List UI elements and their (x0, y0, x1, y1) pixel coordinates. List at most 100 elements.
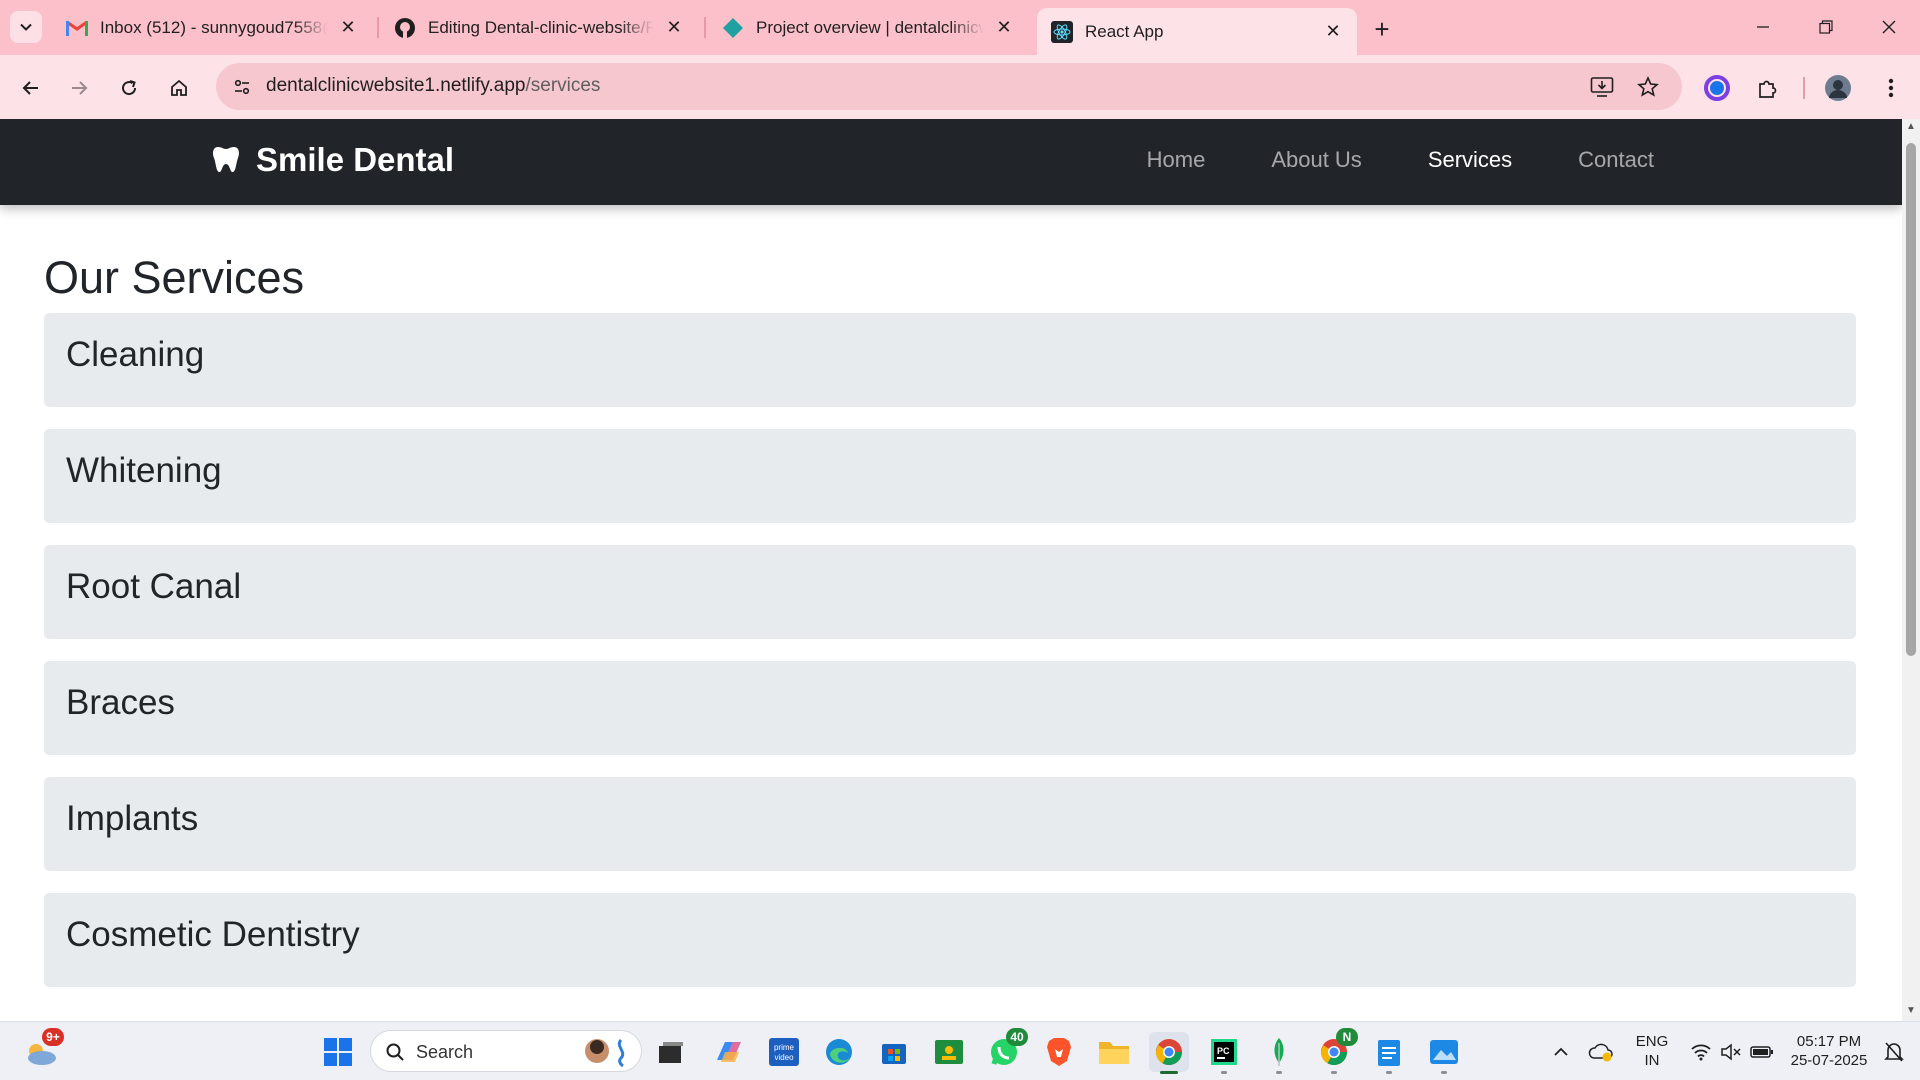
running-indicator (1221, 1071, 1227, 1074)
taskbar-search[interactable]: Search (370, 1030, 642, 1072)
minimize-button[interactable] (1740, 10, 1786, 44)
file-explorer-app[interactable] (1094, 1032, 1134, 1072)
scroll-down-icon[interactable]: ▼ (1905, 1005, 1917, 1017)
toolbar-divider (1803, 77, 1805, 99)
edge-app[interactable] (819, 1032, 859, 1072)
service-name: Braces (66, 683, 175, 722)
github-icon (394, 17, 416, 39)
whatsapp-app[interactable]: 40 (984, 1028, 1028, 1072)
tab-title: Project overview | dentalclinicw (756, 17, 984, 37)
svg-text:PC: PC (1217, 1046, 1230, 1056)
task-view-app[interactable] (651, 1032, 691, 1072)
scroll-thumb[interactable] (1906, 143, 1916, 656)
address-bar[interactable]: dentalclinicwebsite1.netlify.app/service… (216, 63, 1682, 110)
service-card-braces: Braces (44, 661, 1856, 755)
quick-settings-button[interactable] (1677, 1032, 1787, 1072)
service-card-cosmetic-dentistry: Cosmetic Dentistry (44, 893, 1856, 987)
show-hidden-icons-button[interactable] (1541, 1032, 1581, 1072)
search-icon (386, 1043, 404, 1061)
kebab-menu-icon[interactable] (1874, 71, 1908, 105)
notification-badge: 9+ (42, 1028, 64, 1046)
notification-badge: 40 (1006, 1028, 1028, 1046)
close-icon[interactable]: ✕ (338, 17, 358, 38)
restore-button[interactable] (1803, 10, 1849, 44)
mongodb-app[interactable] (1259, 1032, 1299, 1074)
install-app-icon[interactable] (1588, 73, 1616, 101)
chrome-profile-app[interactable]: N (1314, 1028, 1358, 1074)
copilot-app[interactable] (708, 1032, 748, 1072)
home-button[interactable] (162, 71, 196, 105)
page-scrollbar[interactable]: ▲ ▼ (1902, 119, 1920, 1021)
back-button[interactable] (14, 71, 48, 105)
svg-text:prime: prime (774, 1043, 795, 1052)
nav-about-link[interactable]: About Us (1238, 147, 1395, 173)
minimize-icon (1757, 26, 1769, 28)
arrow-left-icon (22, 81, 38, 95)
search-label: Search (416, 1042, 474, 1062)
site-navbar: Smile Dental Home About Us Services Cont… (0, 119, 1902, 205)
chevron-down-icon (20, 23, 32, 31)
service-name: Implants (66, 799, 199, 838)
brand-link[interactable]: Smile Dental (210, 141, 454, 179)
close-icon[interactable]: ✕ (1323, 21, 1343, 42)
reload-button[interactable] (112, 71, 146, 105)
pycharm-app[interactable]: PC (1204, 1032, 1244, 1074)
clock[interactable]: 05:17 PM 25-07-2025 (1782, 1032, 1876, 1070)
prime-video-app[interactable]: prime video (764, 1032, 804, 1072)
gmail-icon (66, 17, 88, 39)
onedrive-status[interactable] (1581, 1032, 1621, 1072)
close-window-button[interactable] (1866, 10, 1912, 44)
service-name: Root Canal (66, 567, 242, 606)
notepad-app[interactable] (1369, 1032, 1409, 1074)
nav-home-link[interactable]: Home (1114, 147, 1239, 173)
notepad-icon (1378, 1040, 1400, 1066)
tab-react-app[interactable]: React App ✕ (1037, 8, 1357, 55)
extension-circle-icon[interactable] (1700, 71, 1734, 105)
photos-icon (1430, 1040, 1458, 1064)
store-icon (882, 1044, 906, 1064)
nav-contact-link[interactable]: Contact (1545, 147, 1687, 173)
chrome-app[interactable] (1149, 1032, 1189, 1074)
tooth-icon (213, 147, 239, 173)
scroll-up-icon[interactable]: ▲ (1905, 121, 1917, 133)
language-indicator[interactable]: ENG IN (1630, 1032, 1674, 1070)
browser-toolbar: dentalclinicwebsite1.netlify.app/service… (0, 55, 1920, 119)
bookmark-star-icon[interactable] (1634, 73, 1662, 101)
pycharm-icon: PC (1211, 1039, 1237, 1065)
nav-services-link[interactable]: Services (1395, 147, 1545, 173)
close-icon[interactable]: ✕ (994, 17, 1014, 38)
url-host: dentalclinicwebsite1.netlify.app (266, 75, 526, 96)
url-text[interactable]: dentalclinicwebsite1.netlify.app/service… (266, 75, 600, 97)
weather-widget[interactable]: 9+ (20, 1028, 64, 1072)
windows-logo-icon (324, 1038, 352, 1066)
tab-gmail[interactable]: Inbox (512) - sunnygoud7558@ ✕ (52, 8, 372, 47)
microsoft-store-app[interactable] (874, 1032, 914, 1072)
tab-github[interactable]: Editing Dental-clinic-website/R ✕ (380, 8, 698, 47)
react-icon (1051, 20, 1073, 43)
close-icon[interactable]: ✕ (664, 17, 684, 38)
service-name: Cleaning (66, 335, 205, 374)
clock-date: 25-07-2025 (1790, 1052, 1868, 1069)
chrome-icon (1155, 1039, 1183, 1066)
tab-search-button[interactable] (10, 11, 42, 43)
service-name: Whitening (66, 451, 222, 490)
new-tab-button[interactable]: + (1366, 13, 1398, 45)
url-path: /services (525, 75, 601, 96)
tab-title: Inbox (512) - sunnygoud7558@ (100, 17, 328, 37)
brave-app[interactable] (1039, 1032, 1079, 1072)
forward-button[interactable] (62, 71, 96, 105)
arrow-right-icon (72, 81, 88, 95)
start-button[interactable] (318, 1032, 358, 1072)
tab-netlify[interactable]: Project overview | dentalclinicw ✕ (708, 8, 1028, 47)
classroom-icon (935, 1040, 963, 1064)
classroom-app[interactable] (929, 1032, 969, 1072)
photos-app[interactable] (1424, 1032, 1464, 1074)
brand-name: Smile Dental (256, 141, 455, 178)
profile-avatar[interactable] (1821, 71, 1855, 105)
notifications-button[interactable] (1876, 1032, 1912, 1072)
site-info-icon[interactable] (228, 73, 256, 101)
battery-icon (1750, 1046, 1773, 1058)
search-highlight-icon (585, 1038, 625, 1068)
cloud-warning-icon (1588, 1043, 1613, 1062)
extensions-puzzle-icon[interactable] (1750, 71, 1784, 105)
